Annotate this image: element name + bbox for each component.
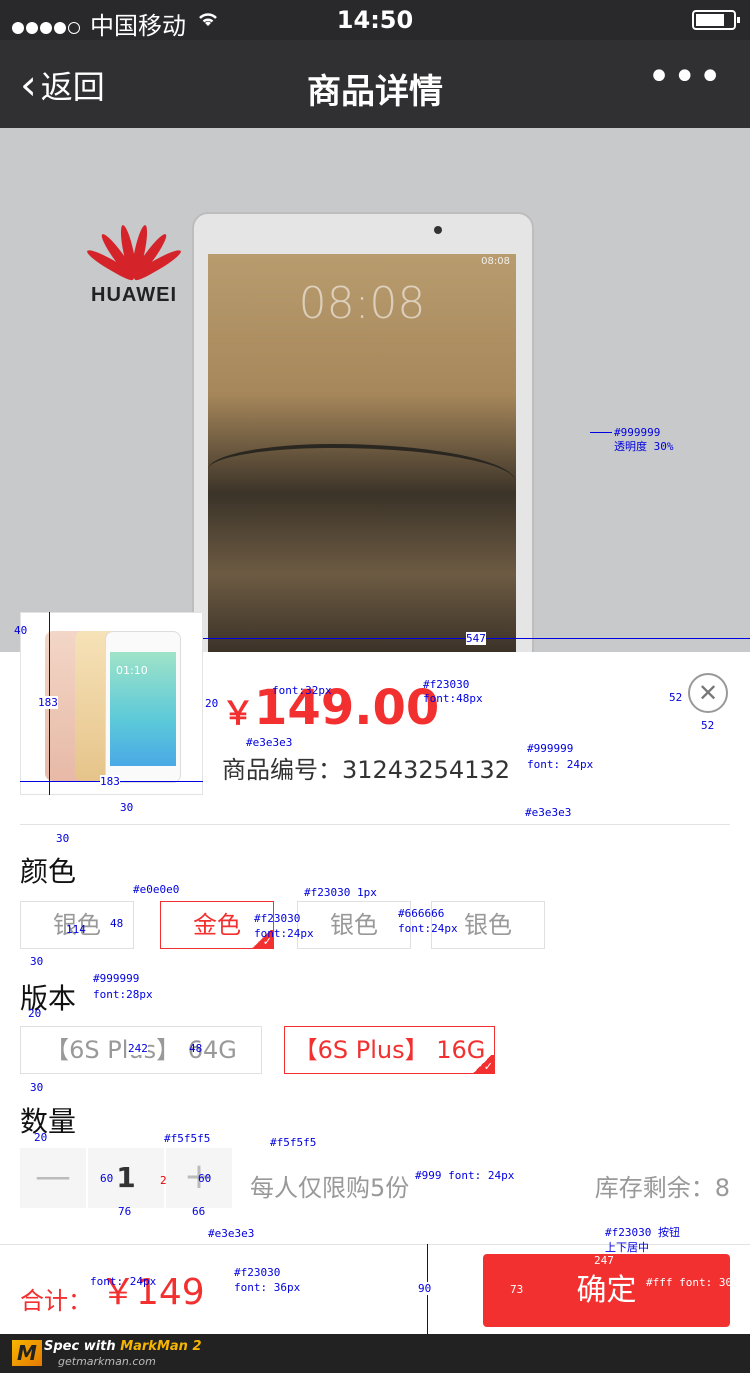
total-label: 合计：: [20, 1287, 92, 1315]
annotation-width-547: 547: [466, 632, 486, 645]
more-icon[interactable]: •••: [647, 54, 724, 100]
annotation-52-h: 52: [701, 719, 715, 732]
brand-name: HUAWEI: [91, 284, 177, 306]
annotation-version-font: font:28px: [93, 988, 153, 1001]
annotation-30-d: 30: [30, 1081, 44, 1094]
annotation-e0e0e0: #e0e0e0: [133, 883, 180, 896]
status-bar: 中国移动 14:50: [0, 0, 750, 40]
markman-title-a: Spec with: [44, 1339, 121, 1354]
color-option-silver-2[interactable]: 银色: [297, 901, 411, 949]
tablet-status-time: 08:08: [481, 256, 510, 267]
close-icon: ✕: [697, 679, 719, 707]
annotation-52-v: 52: [669, 691, 683, 704]
battery-icon: [692, 10, 740, 30]
version-option-16g[interactable]: 【6S Plus】 16G: [284, 1026, 495, 1074]
annotation-e3e3e3-c: #e3e3e3: [208, 1227, 255, 1240]
annotation-20-b: 20: [28, 1007, 42, 1020]
annotation-f5f5f5-b: #f5f5f5: [270, 1136, 317, 1149]
nav-bar: ‹ 返回 商品详情 •••: [0, 40, 750, 128]
annotation-total-color: #f23030: [234, 1266, 281, 1279]
annotation-20-c: 20: [34, 1131, 48, 1144]
annotation-183-h: 183: [100, 775, 120, 788]
annotation-30-c: 30: [30, 955, 44, 968]
annotation-48: 48: [110, 917, 124, 930]
annotation-f5f5f5-a: #f5f5f5: [164, 1132, 211, 1145]
annotation-limit: #999 font: 24px: [415, 1169, 515, 1182]
annotation-20: 20: [205, 697, 219, 710]
annotation-selected-color: #f23030: [254, 912, 301, 925]
markman-footer: M Spec with MarkMan 2 getmarkman.com: [0, 1334, 750, 1373]
annotation-60-a: 60: [100, 1172, 114, 1185]
annotation-total-font2: font: 36px: [234, 1281, 301, 1294]
annotation-button-center: 上下居中: [605, 1241, 649, 1254]
quantity-title: 数量: [20, 1105, 77, 1138]
markman-url: getmarkman.com: [58, 1355, 156, 1368]
clock-time: 14:50: [336, 6, 414, 34]
quantity-decrease-button[interactable]: —: [20, 1148, 86, 1208]
annotation-48-b: 48: [189, 1042, 203, 1055]
close-button[interactable]: ✕: [688, 673, 728, 713]
annotation-242: 242: [128, 1042, 148, 1055]
annotation-e3e3e3-b: #e3e3e3: [525, 806, 572, 819]
annotation-price-font: font:48px: [423, 692, 483, 705]
annotation-183-v: 183: [38, 696, 58, 709]
annotation-selected-font: font:24px: [254, 927, 314, 940]
annotation-version-color: #999999: [93, 972, 140, 985]
annotation-114: 114: [66, 923, 86, 936]
annotation-button: #f23030 按钮: [605, 1226, 680, 1239]
annotation-73: 73: [510, 1283, 524, 1296]
annotation-666-font: font:24px: [398, 922, 458, 935]
tablet-clock: 08:08: [298, 278, 426, 329]
markman-title-b: MarkMan 2: [120, 1339, 202, 1354]
annotation-overlay-opacity: 透明度 30%: [614, 440, 674, 453]
annotation-666666: #666666: [398, 907, 445, 920]
sku-value: 31243254132: [342, 756, 510, 784]
annotation-total-font: font: 24px: [90, 1275, 157, 1288]
color-title: 颜色: [20, 855, 77, 888]
annotation-40: 40: [14, 624, 28, 637]
stock-remaining: 库存剩余：8: [594, 1174, 730, 1202]
annotation-fff: #fff font: 30px: [646, 1276, 746, 1289]
total-value: ￥149: [100, 1272, 205, 1313]
annotation-sku-color: #999999: [527, 742, 574, 755]
annotation-sku-font: font: 24px: [527, 758, 594, 771]
huawei-logo: HUAWEI: [84, 220, 184, 307]
product-sku: 商品编号：31243254132: [222, 750, 510, 785]
annotation-overlay-color: #999999: [614, 426, 661, 439]
annotation-66: 66: [192, 1205, 206, 1218]
tablet-image: 08:08 08:08: [192, 212, 534, 652]
annotation-2: 2: [160, 1174, 167, 1187]
annotation-price-color: #f23030: [423, 678, 470, 691]
divider: [20, 824, 730, 825]
annotation-90: 90: [418, 1282, 432, 1295]
purchase-limit: 每人仅限购5份: [250, 1174, 410, 1202]
annotation-76: 76: [118, 1205, 132, 1218]
footer-bar: 合计： ￥149 确定: [0, 1244, 750, 1335]
sku-label: 商品编号：: [222, 756, 342, 784]
color-option-gold[interactable]: 金色: [160, 901, 274, 949]
price-symbol: ￥: [222, 694, 255, 732]
product-hero-image: HUAWEI 08:08 08:08 #999999 透明度 30%: [0, 128, 750, 652]
annotation-font32: font:32px: [272, 684, 332, 697]
annotation-60-b: 60: [198, 1172, 212, 1185]
page-title: 商品详情: [307, 72, 443, 112]
annotation-30-a: 30: [120, 801, 134, 814]
annotation-247: 247: [594, 1254, 614, 1267]
annotation-e3e3e3-a: #e3e3e3: [246, 736, 293, 749]
annotation-30-b: 30: [56, 832, 70, 845]
markman-logo-icon: M: [12, 1340, 42, 1366]
annotation-selected-border: #f23030 1px: [304, 886, 377, 899]
